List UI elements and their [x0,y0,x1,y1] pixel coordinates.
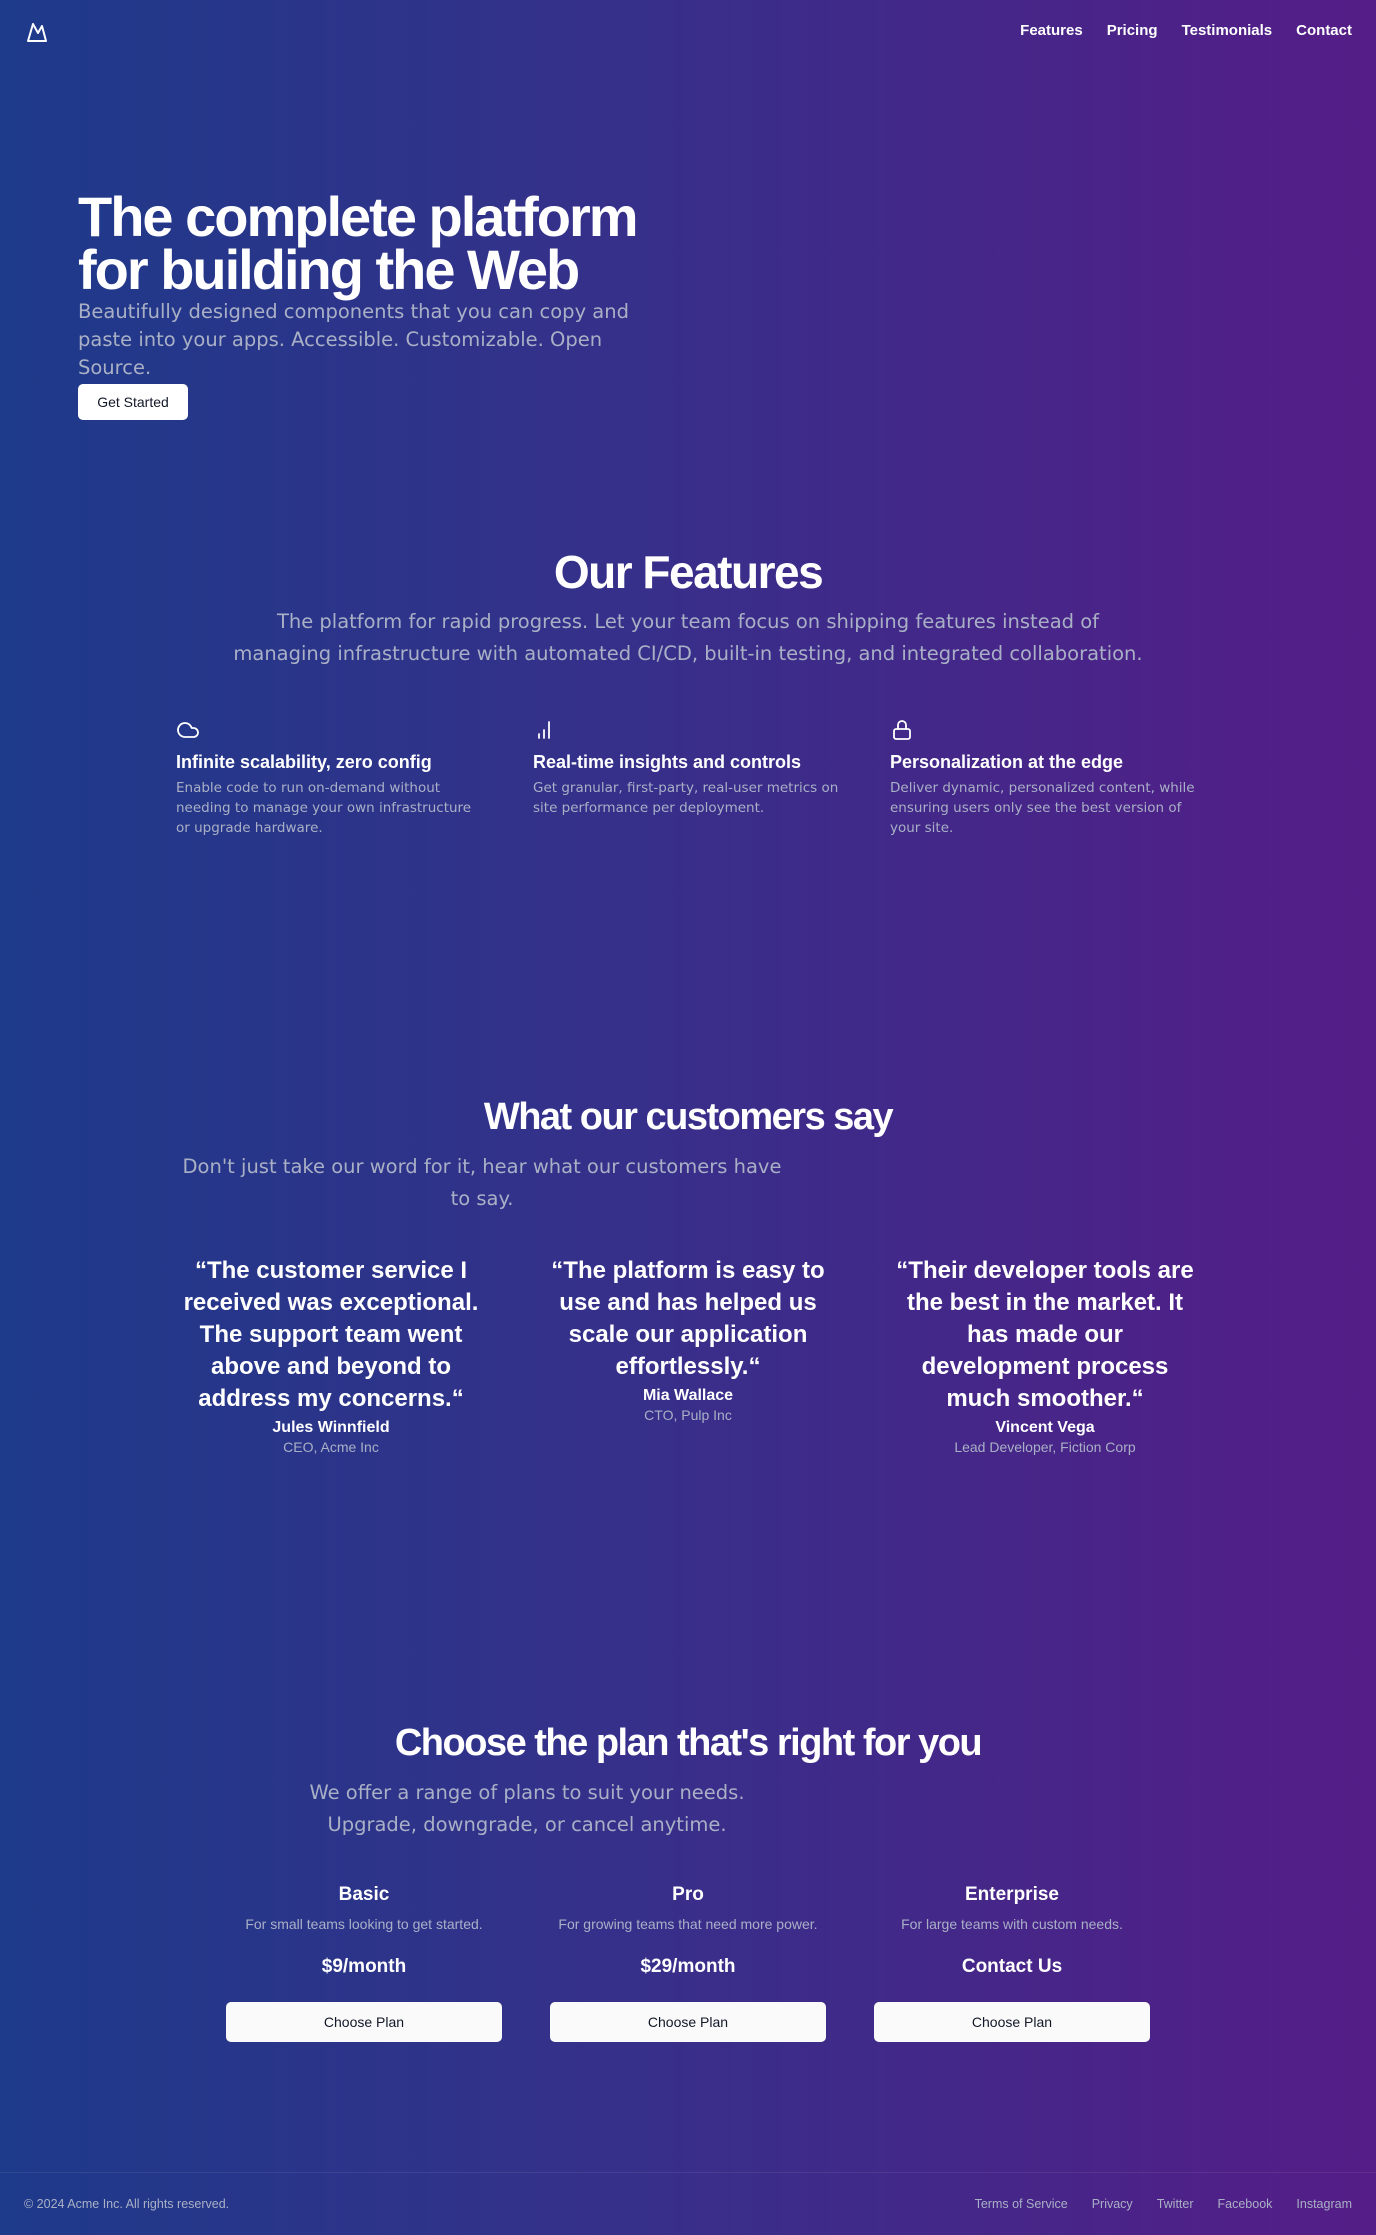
hero-title-line2: for building the Web [78,238,580,301]
nav-link-contact[interactable]: Contact [1296,22,1352,39]
nav-links: Features Pricing Testimonials Contact [1020,22,1352,39]
plan-price: $29/month [640,1956,736,1977]
pricing-title: Choose the plan that's right for you [394,1722,983,1764]
testimonials-subtitle: Don't just take our word for it, hear wh… [182,1155,782,1210]
plan-card-basic: Basic For small teams looking to get sta… [226,1884,502,2042]
mountain-icon[interactable] [24,20,50,44]
choose-plan-button[interactable]: Choose Plan [550,2002,826,2042]
testimonial-card: “Their developer tools are the best in t… [890,1255,1200,1455]
pricing-subtitle: We offer a range of plans to suit your n… [309,1781,745,1836]
feature-title: Real-time insights and controls [533,752,802,772]
nav-link-features[interactable]: Features [1020,22,1083,39]
testimonial-role: CEO, Acme Inc [283,1439,379,1455]
footer-link-twitter[interactable]: Twitter [1157,2197,1194,2211]
plan-price: $9/month [321,1956,407,1977]
plan-card-enterprise: Enterprise For large teams with custom n… [874,1884,1150,2042]
plan-name: Basic [338,1884,390,1905]
plan-card-pro: Pro For growing teams that need more pow… [550,1884,826,2042]
feature-title: Infinite scalability, zero config [176,752,432,772]
nav-link-testimonials[interactable]: Testimonials [1182,22,1273,39]
plan-description: For growing teams that need more power. [558,1916,818,1932]
cloud-icon [177,722,199,738]
footer-link-terms[interactable]: Terms of Service [975,2197,1068,2211]
get-started-button[interactable]: Get Started [78,384,188,420]
feature-card: Real-time insights and controls Get gran… [533,718,843,818]
hero-title-line1: The complete platform [78,185,639,248]
top-nav: Features Pricing Testimonials Contact [0,0,1376,64]
feature-card: Personalization at the edge Deliver dyna… [890,718,1200,838]
lock-icon [893,720,911,740]
testimonial-role: Lead Developer, Fiction Corp [954,1439,1136,1455]
features-subtitle: The platform for rapid progress. Let you… [233,610,1143,665]
choose-plan-button[interactable]: Choose Plan [874,2002,1150,2042]
feature-card: Infinite scalability, zero config Enable… [176,718,486,838]
hero-title: The complete platform for building the W… [78,185,678,301]
testimonial-quote: “The customer service I received was exc… [183,1257,479,1412]
feature-title: Personalization at the edge [890,752,1124,772]
testimonial-card: “The customer service I received was exc… [176,1255,486,1455]
footer: © 2024 Acme Inc. All rights reserved. Te… [0,2172,1376,2235]
feature-description: Enable code to run on-demand without nee… [176,780,472,836]
footer-link-privacy[interactable]: Privacy [1092,2197,1133,2211]
feature-description: Deliver dynamic, personalized content, w… [890,780,1195,836]
testimonial-role: CTO, Pulp Inc [644,1407,732,1423]
plan-description: For large teams with custom needs. [901,1916,1123,1932]
testimonial-author: Mia Wallace [642,1387,734,1404]
plan-description: For small teams looking to get started. [245,1916,483,1932]
plan-price: Contact Us [961,1956,1063,1977]
bar-chart-icon [538,721,550,739]
testimonial-quote: “Their developer tools are the best in t… [896,1257,1194,1412]
hero-subtitle: Beautifully designed components that you… [78,300,629,379]
testimonial-quote: “The platform is easy to use and has hel… [551,1257,825,1380]
features-title: Our Features [553,546,824,598]
testimonial-card: “The platform is easy to use and has hel… [533,1255,843,1423]
nav-link-pricing[interactable]: Pricing [1107,22,1158,39]
footer-links: Terms of Service Privacy Twitter Faceboo… [975,2197,1352,2211]
choose-plan-button[interactable]: Choose Plan [226,2002,502,2042]
plan-name: Pro [672,1884,704,1905]
footer-link-facebook[interactable]: Facebook [1218,2197,1273,2211]
plan-name: Enterprise [965,1884,1059,1905]
hero-section: The complete platform for building the W… [78,185,678,420]
feature-description: Get granular, first-party, real-user met… [533,780,839,816]
testimonials-title: What our customers say [483,1096,894,1138]
footer-link-instagram[interactable]: Instagram [1296,2197,1352,2211]
copyright-text: © 2024 Acme Inc. All rights reserved. [24,2197,230,2211]
testimonial-author: Vincent Vega [995,1419,1095,1436]
testimonial-author: Jules Winnfield [272,1419,390,1436]
